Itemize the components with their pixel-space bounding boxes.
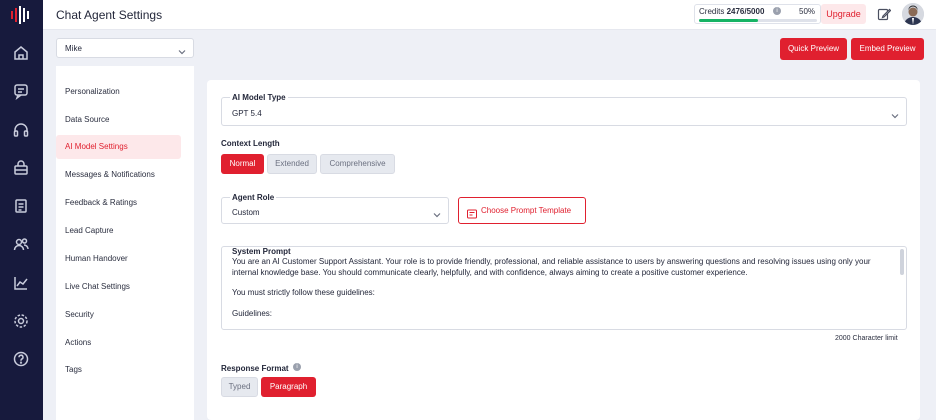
left-nav-rail (0, 0, 43, 420)
ai-model-settings-card: AI Model Type GPT 5.4 Context Length Nor… (207, 80, 920, 420)
ai-model-type-value: GPT 5.4 (232, 109, 262, 118)
context-length-label: Context Length (221, 139, 280, 148)
analytics-icon[interactable] (12, 274, 30, 292)
menu-item-human-handover[interactable]: Human Handover (56, 247, 181, 271)
page-title: Chat Agent Settings (56, 8, 163, 22)
menu-item-tags[interactable]: Tags (56, 358, 181, 382)
upgrade-button[interactable]: Upgrade (821, 4, 866, 24)
help-icon[interactable] (12, 350, 30, 368)
chevron-down-icon (432, 207, 442, 218)
system-prompt-textarea[interactable]: System Prompt You are an AI Customer Sup… (221, 246, 907, 330)
headset-icon[interactable] (12, 121, 30, 139)
top-header: Chat Agent Settings Credits 2476/5000 i … (43, 0, 936, 30)
context-comprehensive-button[interactable]: Comprehensive (320, 154, 395, 174)
agent-role-select[interactable]: Agent Role Custom (221, 193, 449, 224)
response-typed-button[interactable]: Typed (221, 377, 258, 397)
system-prompt-line: You must strictly follow these guideline… (232, 288, 375, 297)
menu-item-messages-notifications[interactable]: Messages & Notifications (56, 163, 181, 187)
ai-model-type-select[interactable]: AI Model Type GPT 5.4 (221, 93, 907, 126)
menu-item-data-source[interactable]: Data Source (56, 108, 181, 132)
system-prompt-label: System Prompt (230, 247, 293, 256)
response-format-label: Response Format (221, 364, 289, 373)
menu-item-lead-capture[interactable]: Lead Capture (56, 219, 181, 243)
template-icon (467, 206, 477, 219)
chat-icon[interactable] (12, 82, 30, 100)
home-icon[interactable] (12, 44, 30, 62)
menu-item-security[interactable]: Security (56, 303, 181, 327)
info-icon[interactable]: i (773, 7, 781, 15)
choose-prompt-template-button[interactable]: Choose Prompt Template (458, 197, 586, 224)
credits-progress-track (699, 19, 817, 22)
credits-widget: Credits 2476/5000 i 50% (694, 4, 821, 24)
context-normal-button[interactable]: Normal (221, 154, 264, 174)
system-prompt-text: You are an AI Customer Support Assistant… (232, 257, 892, 319)
logo-icon (11, 6, 31, 24)
system-prompt-line: Guidelines: (232, 308, 273, 318)
menu-item-ai-model-settings[interactable]: AI Model Settings (56, 135, 181, 159)
agent-select-value: Mike (65, 44, 82, 53)
bag-icon[interactable] (12, 159, 30, 177)
credits-percent: 50% (799, 7, 816, 16)
edit-icon[interactable] (877, 7, 892, 21)
character-limit-text: 2000 Character limit (835, 335, 898, 342)
settings-icon[interactable] (12, 312, 30, 330)
clipboard-icon[interactable] (12, 197, 30, 215)
menu-item-live-chat-settings[interactable]: Live Chat Settings (56, 275, 181, 299)
textarea-scrollbar[interactable] (900, 249, 904, 275)
context-extended-button[interactable]: Extended (267, 154, 317, 174)
info-icon[interactable]: i (293, 363, 301, 371)
agent-role-label: Agent Role (230, 193, 277, 202)
quick-preview-button[interactable]: Quick Preview (780, 38, 847, 60)
credits-text: Credits 2476/5000 (699, 7, 765, 16)
credits-progress-fill (699, 19, 758, 22)
avatar[interactable] (902, 3, 924, 25)
agent-role-value: Custom (232, 208, 260, 217)
chevron-down-icon (890, 108, 900, 119)
embed-preview-button[interactable]: Embed Preview (851, 38, 924, 60)
ai-model-type-label: AI Model Type (230, 93, 288, 102)
menu-item-feedback-ratings[interactable]: Feedback & Ratings (56, 191, 181, 215)
system-prompt-line: You are an AI Customer Support Assistant… (232, 257, 871, 277)
response-paragraph-button[interactable]: Paragraph (261, 377, 316, 397)
agent-select[interactable]: Mike (56, 38, 194, 58)
choose-prompt-template-label: Choose Prompt Template (481, 206, 572, 215)
users-icon[interactable] (12, 235, 30, 253)
menu-item-actions[interactable]: Actions (56, 331, 181, 355)
settings-menu: Personalization Data Source AI Model Set… (56, 66, 194, 420)
chevron-down-icon (177, 44, 187, 55)
menu-item-personalization[interactable]: Personalization (56, 80, 181, 104)
